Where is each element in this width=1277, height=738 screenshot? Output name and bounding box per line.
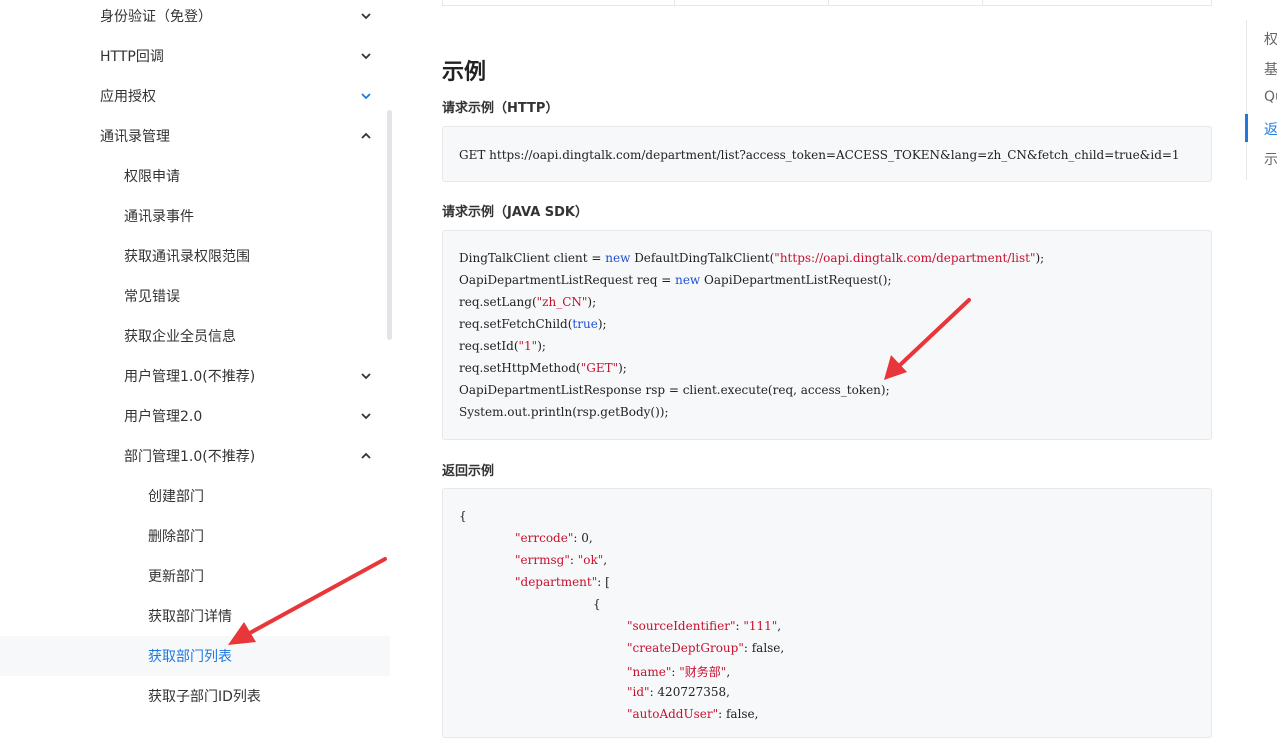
sidebar-item[interactable]: 身份验证（免登） <box>0 0 390 36</box>
code-line: req.setFetchChild(true); <box>459 317 607 331</box>
sidebar-item[interactable]: 用户管理2.0 <box>0 396 390 436</box>
sidebar-item[interactable]: HTTP回调 <box>0 36 390 76</box>
code-line: req.setLang("zh_CN"); <box>459 295 597 309</box>
sidebar-item-label: 获取通讯录权限范围 <box>124 249 250 265</box>
sidebar-item-label: 权限申请 <box>124 169 180 185</box>
sidebar-item[interactable]: 用户管理1.0(不推荐) <box>0 356 390 396</box>
http-example-code: GET https://oapi.dingtalk.com/department… <box>459 148 1180 162</box>
sidebar-item[interactable]: 通讯录事件 <box>0 196 390 236</box>
code-line: OapiDepartmentListRequest req = new Oapi… <box>459 273 892 287</box>
code-line: req.setHttpMethod("GET"); <box>459 361 627 375</box>
chevron-down-icon[interactable] <box>359 369 373 383</box>
sidebar-item[interactable]: 获取子部门ID列表 <box>0 676 390 716</box>
sidebar-item[interactable]: 通讯录管理 <box>0 116 390 156</box>
sidebar-nav: 身份验证（免登） HTTP回调 应用授权通讯录管理权限申请通讯录事件获取通讯录权限范… <box>0 0 400 719</box>
java-example-code-block: DingTalkClient client = new DefaultDingT… <box>442 230 1212 440</box>
java-example-title: 请求示例（JAVA SDK） <box>442 205 589 220</box>
sidebar-item-label: 获取企业全员信息 <box>124 329 236 345</box>
sidebar-item-label: 用户管理1.0(不推荐) <box>124 369 256 385</box>
sidebar-item-label: 应用授权 <box>100 89 156 105</box>
sidebar-item-label: 创建部门 <box>148 489 204 505</box>
sidebar-item[interactable]: 应用授权 <box>0 76 390 116</box>
toc-item[interactable]: 示 <box>1264 149 1277 169</box>
chevron-up-icon[interactable] <box>359 129 373 143</box>
chevron-down-icon[interactable] <box>359 9 373 23</box>
sidebar-item[interactable]: 创建部门 <box>0 476 390 516</box>
sidebar-item[interactable]: 获取企业全员信息 <box>0 316 390 356</box>
toc-active-indicator <box>1245 114 1248 142</box>
chevron-down-icon[interactable] <box>359 409 373 423</box>
sidebar-item-label: 通讯录事件 <box>124 209 194 225</box>
code-line: "sourceIdentifier": "111", <box>627 619 782 633</box>
sidebar-item-label: 常见错误 <box>124 289 180 305</box>
code-line: "errmsg": "ok", <box>515 553 608 567</box>
param-table-bottom <box>442 0 1212 6</box>
chevron-down-icon[interactable] <box>359 49 373 63</box>
http-example-code-block: GET https://oapi.dingtalk.com/department… <box>442 126 1212 182</box>
sidebar-item-label: 用户管理2.0 <box>124 409 203 425</box>
sidebar-item-active[interactable]: 获取部门列表 <box>0 636 390 676</box>
code-line: "id": 420727358, <box>627 685 730 699</box>
sidebar-item[interactable]: 更新部门 <box>0 556 390 596</box>
code-line: DingTalkClient client = new DefaultDingT… <box>459 251 1045 265</box>
return-example-code-block: { "errcode": 0, "errmsg": "ok", "departm… <box>442 488 1212 738</box>
http-example-title: 请求示例（HTTP） <box>442 101 559 116</box>
toc-item[interactable]: 基 <box>1264 59 1277 79</box>
code-line: "createDeptGroup": false, <box>627 641 785 655</box>
doc-content: 示例 请求示例（HTTP） GET https://oapi.dingtalk.… <box>400 0 1240 738</box>
code-line: "department": [ <box>515 575 610 589</box>
sidebar-item[interactable]: 获取通讯录权限范围 <box>0 236 390 276</box>
toc-item[interactable]: Qu <box>1264 89 1277 105</box>
code-line: System.out.println(rsp.getBody()); <box>459 405 669 419</box>
section-title: 示例 <box>442 60 487 85</box>
chevron-up-icon[interactable] <box>359 449 373 463</box>
code-line: "errcode": 0, <box>515 531 593 545</box>
sidebar-item-label: 删除部门 <box>148 529 204 545</box>
chevron-down-icon[interactable] <box>359 89 373 103</box>
return-example-title: 返回示例 <box>442 464 495 479</box>
sidebar-item-label: 更新部门 <box>148 569 204 585</box>
sidebar-item[interactable]: 删除部门 <box>0 516 390 556</box>
page-toc: 权 基 Qu 返 示 <box>1245 20 1277 180</box>
code-line: { <box>459 509 467 523</box>
code-line: req.setId("1"); <box>459 339 546 353</box>
toc-item[interactable]: 权 <box>1264 29 1277 49</box>
sidebar-item[interactable]: 权限申请 <box>0 156 390 196</box>
code-line: { <box>593 597 601 611</box>
sidebar-item-label: 获取部门列表 <box>148 649 232 665</box>
sidebar-item-label: 身份验证（免登） <box>100 9 212 25</box>
sidebar-item[interactable]: 部门管理1.0(不推荐) <box>0 436 390 476</box>
sidebar-item-label: 通讯录管理 <box>100 129 170 145</box>
sidebar-item-label: 获取子部门ID列表 <box>148 689 261 705</box>
toc-item-active[interactable]: 返 <box>1264 119 1277 139</box>
sidebar-item[interactable]: 常见错误 <box>0 276 390 316</box>
sidebar-item-label: 获取部门详情 <box>148 609 232 625</box>
sidebar-item-label: 部门管理1.0(不推荐) <box>124 449 256 465</box>
sidebar-item[interactable]: 获取部门详情 <box>0 596 390 636</box>
code-line: OapiDepartmentListResponse rsp = client.… <box>459 383 890 397</box>
sidebar-item-label: HTTP回调 <box>100 49 164 65</box>
code-line: "name": "财务部", <box>627 665 731 679</box>
